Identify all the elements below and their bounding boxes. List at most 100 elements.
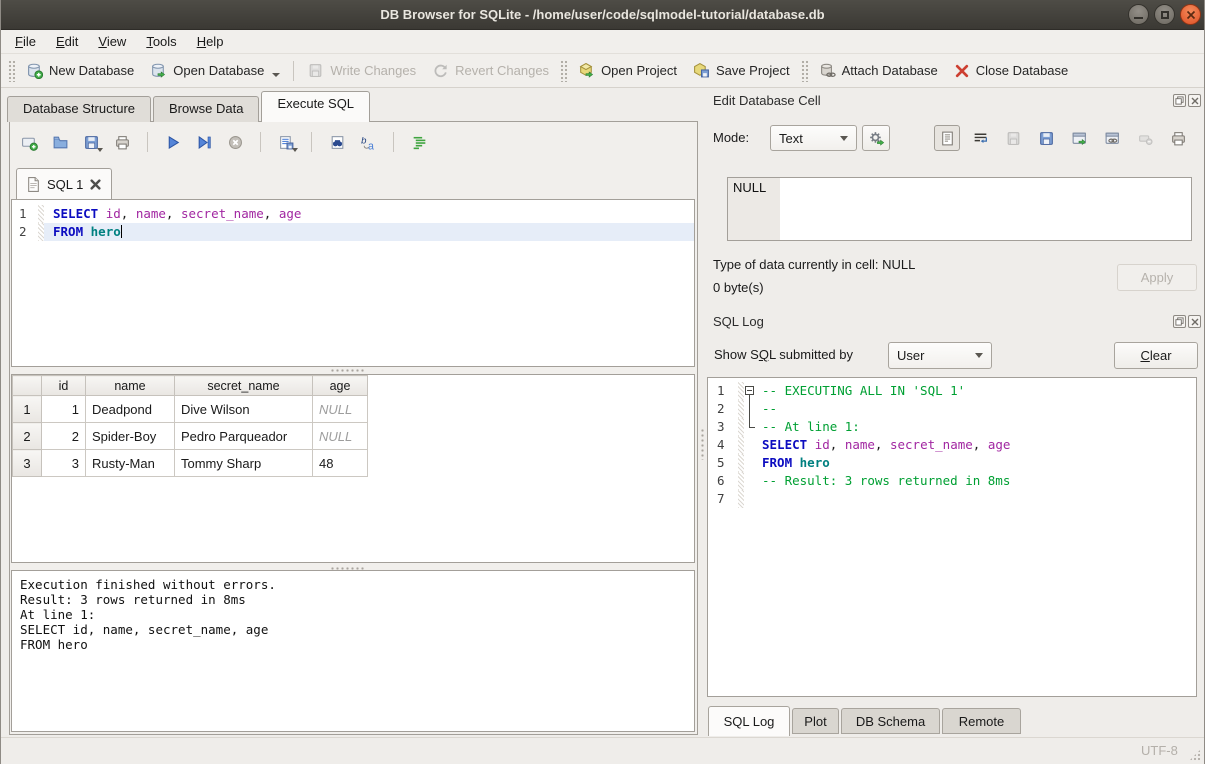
mode-combobox[interactable]: Text (770, 125, 857, 151)
edit-cell-close-button[interactable] (1188, 94, 1201, 107)
menu-view[interactable]: View (88, 30, 136, 53)
cell-value-editor[interactable]: NULL (727, 177, 1192, 241)
sql-document-tab[interactable]: SQL 1 (16, 168, 112, 199)
open-in-external-app-button[interactable] (1066, 125, 1092, 151)
menu-help[interactable]: Help (187, 30, 234, 53)
sql-tab-label: SQL 1 (47, 177, 83, 192)
open-database-button[interactable]: Open Database (142, 58, 288, 83)
toolbar-drag-handle[interactable] (8, 60, 15, 82)
log-line: -- (760, 400, 1196, 418)
print-icon (114, 134, 131, 151)
minimize-button[interactable] (1128, 4, 1149, 25)
cell-id[interactable]: 3 (42, 450, 86, 477)
editor-code-line[interactable]: SELECT id, name, secret_name, age (44, 205, 694, 223)
cell-name[interactable]: Rusty-Man (86, 450, 175, 477)
results-grid: id name secret_name age 1 1 Deadpond Div… (11, 374, 695, 563)
maximize-button[interactable] (1154, 4, 1175, 25)
cell-secret-name[interactable]: Pedro Parqueador (175, 423, 313, 450)
cell-id[interactable]: 1 (42, 396, 86, 423)
set-as-link-button[interactable] (1099, 125, 1125, 151)
column-header-secret-name[interactable]: secret_name (175, 376, 313, 396)
row-header[interactable]: 1 (13, 396, 42, 423)
resize-grip[interactable] (1189, 749, 1201, 761)
sql-editor[interactable]: 1 SELECT id, name, secret_name, age 2 FR… (11, 199, 695, 367)
fold-marker[interactable] (744, 382, 760, 400)
save-results-button[interactable] (275, 131, 297, 153)
auto-mode-button[interactable] (862, 125, 890, 151)
menu-file[interactable]: File (5, 30, 46, 53)
row-header[interactable]: 2 (13, 423, 42, 450)
cell-age[interactable]: NULL (313, 423, 368, 450)
pane-splitter[interactable] (700, 428, 705, 460)
save-project-button[interactable]: Save Project (685, 58, 798, 83)
new-database-button[interactable]: New Database (18, 58, 142, 83)
corner-header[interactable] (13, 376, 42, 396)
print-cell-button[interactable] (1165, 125, 1191, 151)
new-sql-tab-button[interactable] (18, 131, 40, 153)
log-line-number: 3 (708, 418, 738, 436)
word-wrap-button[interactable] (967, 125, 993, 151)
set-null-button[interactable] (1132, 125, 1158, 151)
dock-tab-remote[interactable]: Remote (942, 708, 1021, 734)
column-header-id[interactable]: id (42, 376, 86, 396)
toolbar-drag-handle[interactable] (560, 60, 567, 82)
dock-tab-plot[interactable]: Plot (792, 708, 839, 734)
cell-name[interactable]: Spider-Boy (86, 423, 175, 450)
save-file-dropdown[interactable] (97, 148, 103, 152)
toolbar-drag-handle[interactable] (801, 60, 808, 82)
close-button[interactable] (1180, 4, 1201, 25)
apply-button[interactable]: Apply (1117, 264, 1197, 291)
tab-browse-data[interactable]: Browse Data (153, 96, 259, 122)
collapse-icon[interactable] (745, 386, 754, 395)
column-header-age[interactable]: age (313, 376, 368, 396)
find-button[interactable] (326, 131, 348, 153)
attach-database-button[interactable]: Attach Database (811, 58, 946, 83)
cell-id[interactable]: 2 (42, 423, 86, 450)
dock-tab-sql-log[interactable]: SQL Log (708, 706, 790, 736)
cell-name[interactable]: Deadpond (86, 396, 175, 423)
menu-tools[interactable]: Tools (136, 30, 186, 53)
export-cell-data-button[interactable] (1033, 125, 1059, 151)
cell-age[interactable]: 48 (313, 450, 368, 477)
close-tab-icon[interactable] (90, 179, 101, 190)
editor-code-line-current[interactable]: FROM hero (44, 223, 694, 241)
log-filter-combobox[interactable]: User (888, 342, 992, 369)
tab-execute-sql[interactable]: Execute SQL (261, 91, 370, 122)
execution-message-box: Execution finished without errors. Resul… (11, 570, 695, 732)
cell-secret-name[interactable]: Tommy Sharp (175, 450, 313, 477)
print-sql-button[interactable] (111, 131, 133, 153)
new-database-icon (26, 62, 43, 79)
write-changes-button[interactable]: Write Changes (299, 58, 424, 83)
column-header-name[interactable]: name (86, 376, 175, 396)
text-mode-button[interactable] (934, 125, 960, 151)
clear-log-button[interactable]: Clear (1114, 342, 1198, 369)
menu-edit[interactable]: Edit (46, 30, 88, 53)
tab-database-structure[interactable]: Database Structure (7, 96, 151, 122)
open-project-button[interactable]: Open Project (570, 58, 685, 83)
open-database-dropdown[interactable] (272, 73, 280, 77)
text-document-icon (939, 130, 956, 147)
execute-all-button[interactable] (162, 131, 184, 153)
row-header[interactable]: 3 (13, 450, 42, 477)
replace-button[interactable]: b a (357, 131, 379, 153)
revert-changes-button[interactable]: Revert Changes (424, 58, 557, 83)
save-sql-file-button[interactable] (80, 131, 102, 153)
format-sql-button[interactable] (408, 131, 430, 153)
cell-secret-name[interactable]: Dive Wilson (175, 396, 313, 423)
menu-bar: File Edit View Tools Help (1, 30, 1204, 54)
sql-document-icon (27, 177, 40, 192)
save-results-dropdown[interactable] (292, 148, 298, 152)
cell-age[interactable]: NULL (313, 396, 368, 423)
close-database-button[interactable]: Close Database (946, 59, 1077, 83)
edit-cell-float-button[interactable] (1173, 94, 1186, 107)
line-number: 2 (12, 223, 38, 241)
open-sql-file-button[interactable] (49, 131, 71, 153)
dock-tab-db-schema[interactable]: DB Schema (841, 708, 940, 734)
execute-line-button[interactable] (193, 131, 215, 153)
editor-results-splitter[interactable] (330, 368, 364, 373)
sql-log-float-button[interactable] (1173, 315, 1186, 328)
stop-execution-button[interactable] (224, 131, 246, 153)
import-cell-data-button[interactable] (1000, 125, 1026, 151)
replace-icon: b a (360, 134, 377, 151)
sql-log-close-button[interactable] (1188, 315, 1201, 328)
